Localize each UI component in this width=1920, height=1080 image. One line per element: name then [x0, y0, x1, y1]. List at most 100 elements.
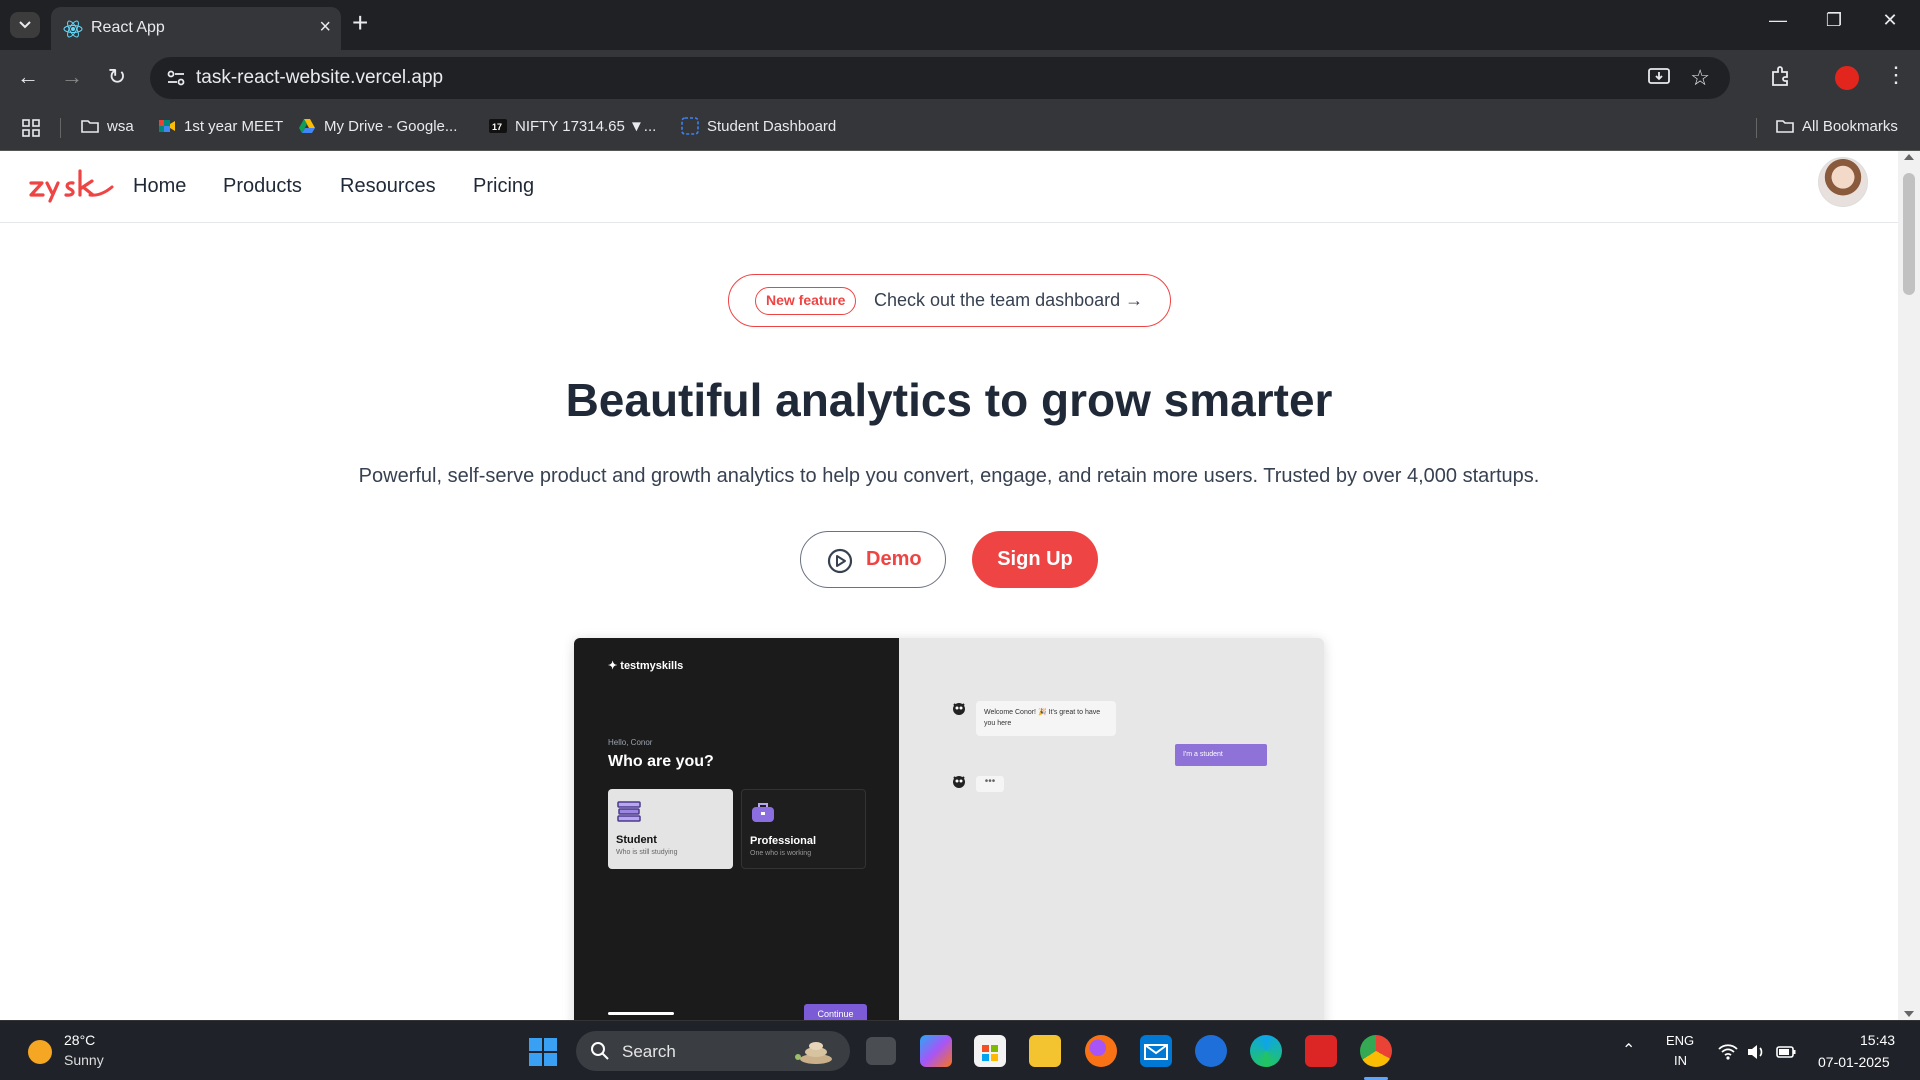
wps-office-icon[interactable]: [1305, 1035, 1337, 1067]
forward-icon[interactable]: →: [58, 64, 86, 90]
meet-icon: [159, 120, 175, 132]
url-text: task-react-website.vercel.app: [196, 67, 444, 88]
demo-button[interactable]: Demo: [800, 531, 946, 588]
preview-continue-button: Continue: [804, 1004, 867, 1020]
window-close-icon[interactable]: ✕: [1870, 10, 1910, 31]
divider: [1756, 118, 1757, 138]
language-indicator[interactable]: ENG: [1666, 1033, 1694, 1048]
preview-onboarding-panel: ✦ testmyskills Hello, Conor Who are you?…: [574, 638, 899, 1020]
preview-professional-card: Professional One who is working: [741, 789, 866, 869]
close-icon[interactable]: ×: [319, 16, 331, 39]
search-highlight-icon: [795, 1042, 832, 1064]
professional-subtitle: One who is working: [750, 850, 812, 857]
install-app-icon[interactable]: [1648, 67, 1670, 87]
user-message-bubble: I'm a student: [1175, 744, 1267, 766]
bot-avatar-icon: [953, 703, 965, 715]
react-icon: [63, 20, 83, 38]
bookmark-label: NIFTY 17314.65 ▼...: [515, 117, 657, 135]
browser-tab[interactable]: React App ×: [51, 7, 341, 50]
feature-announcement[interactable]: New feature Check out the team dashboard…: [728, 274, 1171, 327]
dashboard-icon: [681, 117, 699, 135]
new-feature-badge: New feature: [755, 287, 857, 315]
browser-toolbar: ← → ↻ task-react-website.vercel.app ☆ ⋮: [0, 50, 1920, 105]
scroll-thumb[interactable]: [1903, 173, 1915, 295]
sync-app-icon[interactable]: [1195, 1035, 1227, 1067]
bookmark-drive[interactable]: My Drive - Google...: [298, 117, 457, 135]
firefox-icon[interactable]: [1085, 1035, 1117, 1067]
weather-temperature[interactable]: 28°C: [64, 1032, 95, 1048]
tab-search-button[interactable]: [10, 12, 40, 38]
preview-student-card: Student Who is still studying: [608, 789, 733, 869]
all-bookmarks[interactable]: All Bookmarks: [1776, 117, 1898, 135]
apps-grid-icon[interactable]: [22, 119, 40, 137]
bookmark-label: wsa: [107, 117, 134, 135]
briefcase-icon: [752, 803, 774, 822]
bookmark-student-dashboard[interactable]: Student Dashboard: [681, 117, 836, 135]
chevron-up-icon[interactable]: ⌃: [1622, 1040, 1635, 1060]
zysk-logo[interactable]: [28, 165, 114, 205]
windows-start-icon[interactable]: [528, 1037, 558, 1067]
extensions-icon[interactable]: [1768, 64, 1794, 90]
store-logo-icon: [982, 1045, 998, 1061]
copilot-icon[interactable]: [920, 1035, 952, 1067]
app-preview-image: ✦ testmyskills Hello, Conor Who are you?…: [574, 638, 1324, 1020]
bookmark-meet[interactable]: 1st year MEET: [158, 117, 283, 135]
bookmark-label: Student Dashboard: [707, 117, 837, 135]
typing-indicator: •••: [976, 776, 1004, 792]
wifi-icon[interactable]: [1718, 1043, 1738, 1061]
bookmark-wsa[interactable]: wsa: [81, 117, 134, 135]
play-circle-icon: [827, 548, 853, 574]
preview-chat-panel: Welcome Conor! 🎉 It's great to have you …: [899, 638, 1324, 1020]
site-header: Home Products Resources Pricing: [0, 151, 1898, 223]
sign-up-button[interactable]: Sign Up: [972, 531, 1098, 588]
scroll-down-arrow-icon[interactable]: [1904, 1011, 1914, 1017]
svg-text:17: 17: [492, 122, 502, 132]
sun-icon[interactable]: [28, 1040, 52, 1064]
back-icon[interactable]: ←: [14, 64, 42, 90]
nav-products[interactable]: Products: [223, 175, 302, 198]
demo-label: Demo: [866, 548, 922, 570]
taskbar-search[interactable]: Search: [576, 1031, 850, 1071]
page-scrollbar[interactable]: [1898, 151, 1920, 1020]
preview-brand-label: testmyskills: [620, 660, 684, 672]
microsoft-store-icon[interactable]: [974, 1035, 1006, 1067]
search-icon: [591, 1042, 609, 1060]
volume-icon[interactable]: [1746, 1043, 1766, 1061]
bookmark-label: 1st year MEET: [184, 117, 284, 135]
file-explorer-icon[interactable]: [1029, 1035, 1061, 1067]
mail-icon[interactable]: [1140, 1035, 1172, 1067]
site-info-icon[interactable]: [164, 66, 188, 90]
menu-icon[interactable]: ⋮: [1885, 62, 1907, 88]
profile-icon[interactable]: [1835, 66, 1859, 90]
nav-pricing[interactable]: Pricing: [473, 175, 534, 198]
weather-condition[interactable]: Sunny: [64, 1052, 104, 1068]
scroll-up-arrow-icon[interactable]: [1904, 154, 1914, 160]
chevron-down-icon: [19, 21, 31, 29]
student-subtitle: Who is still studying: [616, 849, 678, 856]
nav-home[interactable]: Home: [133, 175, 186, 198]
windows-taskbar: 28°C Sunny Search ⌃ ENG IN 15:43 07-01-2…: [0, 1020, 1920, 1080]
new-tab-button[interactable]: +: [352, 9, 368, 37]
web-page: Home Products Resources Pricing New feat…: [0, 151, 1898, 1020]
clock-time[interactable]: 15:43: [1860, 1032, 1895, 1048]
bookmark-nifty[interactable]: 17 NIFTY 17314.65 ▼...: [489, 117, 656, 135]
envelope-icon: [1144, 1044, 1168, 1060]
clock-date[interactable]: 07-01-2025: [1818, 1054, 1890, 1070]
minimize-icon[interactable]: —: [1758, 10, 1798, 31]
bot-avatar-icon: [953, 776, 965, 788]
task-view-icon[interactable]: [866, 1037, 896, 1065]
bot-message-bubble: Welcome Conor! 🎉 It's great to have you …: [976, 701, 1116, 736]
bookmark-star-icon[interactable]: ☆: [1690, 65, 1710, 91]
region-indicator[interactable]: IN: [1674, 1053, 1687, 1068]
preview-progress-bar: [608, 1012, 674, 1015]
restore-icon[interactable]: ❐: [1814, 10, 1854, 31]
avatar[interactable]: [1818, 157, 1868, 207]
chrome-icon[interactable]: [1360, 1035, 1392, 1067]
nav-resources[interactable]: Resources: [340, 175, 436, 198]
edge-icon[interactable]: [1250, 1035, 1282, 1067]
preview-greeting: Hello, Conor: [608, 738, 653, 747]
preview-brand: ✦ testmyskills: [608, 660, 684, 672]
address-bar[interactable]: task-react-website.vercel.app ☆: [150, 57, 1730, 99]
battery-icon[interactable]: [1776, 1043, 1796, 1061]
reload-icon[interactable]: ↻: [103, 64, 131, 90]
